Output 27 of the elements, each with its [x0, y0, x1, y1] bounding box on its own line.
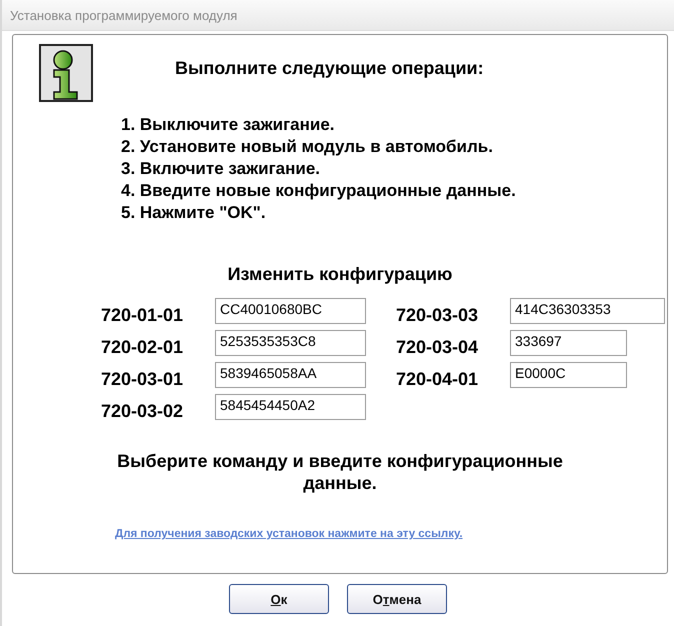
input-field[interactable]: 5839465058AA — [215, 362, 366, 388]
section-title: Изменить конфигурацию — [226, 264, 454, 285]
input-field[interactable]: 414C36303353 — [510, 298, 665, 324]
field-label: 720-02-01 — [101, 336, 184, 358]
field-label: 720-01-01 — [101, 304, 184, 326]
field-label: 720-03-02 — [101, 400, 184, 422]
factory-settings-link[interactable]: Для получения заводских установок нажмите на эту ссылку. — [115, 528, 463, 540]
step-text: 5. Нажмите "OK". — [121, 202, 267, 224]
dialog-button[interactable]: Ок — [229, 584, 329, 614]
field-label: 720-04-01 — [396, 368, 480, 390]
step-text: 1. Выключите зажигание. — [121, 114, 336, 136]
input-field[interactable]: CC40010680BC — [215, 298, 366, 324]
field-label: 720-03-01 — [101, 368, 184, 390]
heading: Выполните следующие операции: — [175, 58, 484, 79]
step-text: 4. Введите новые конфигурационные данные. — [121, 180, 517, 202]
info-icon — [39, 44, 93, 102]
input-field[interactable]: E0000C — [510, 362, 627, 388]
window-title: Установка программируемого модуля — [10, 8, 238, 22]
step-text: 2. Установите новый модуль в автомобиль. — [121, 136, 494, 158]
input-field[interactable]: 333697 — [510, 330, 627, 356]
instruction-text: Выберите команду и введите конфигурационные данные. — [116, 450, 564, 494]
field-label: 720-03-04 — [396, 336, 480, 358]
step-text: 3. Включите зажигание. — [121, 158, 322, 180]
dialog-button[interactable]: Отмена — [347, 584, 447, 614]
input-field[interactable]: 5845454450A2 — [215, 394, 366, 420]
field-label: 720-03-03 — [396, 304, 480, 326]
input-field[interactable]: 5253535353C8 — [215, 330, 366, 356]
